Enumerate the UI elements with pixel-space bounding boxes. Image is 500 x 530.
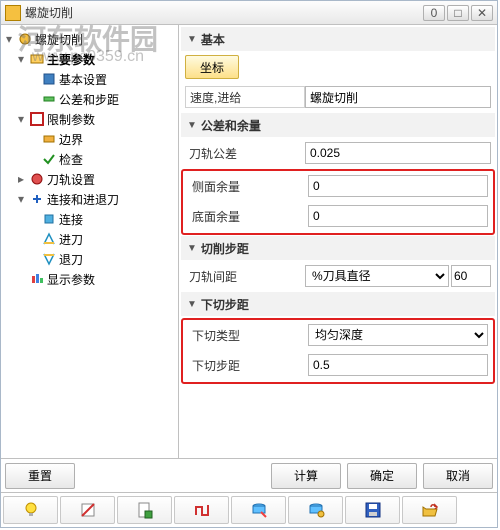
- bottom-toolbar: [1, 493, 497, 527]
- downstep-input[interactable]: [308, 354, 488, 376]
- tool-db1[interactable]: [231, 496, 286, 524]
- cancel-button[interactable]: 取消: [423, 463, 493, 489]
- link-icon: [29, 191, 45, 207]
- downtype-select[interactable]: 均匀深度: [308, 324, 488, 346]
- section-tolerance-label: 公差和余量: [201, 117, 261, 134]
- bottom-allowance-label: 底面余量: [188, 208, 308, 225]
- tool-save[interactable]: [345, 496, 400, 524]
- tree-leadin[interactable]: 进刀: [59, 231, 83, 248]
- app-icon: [5, 5, 21, 21]
- folder-icon: [29, 51, 45, 67]
- tool-bulb[interactable]: [3, 496, 58, 524]
- tree-twisty[interactable]: ▾: [15, 112, 27, 126]
- tool-path[interactable]: [174, 496, 229, 524]
- section-downstep[interactable]: ▼下切步距: [181, 292, 495, 316]
- tree-boundary[interactable]: 边界: [59, 131, 83, 148]
- check-icon: [41, 151, 57, 167]
- ok-button[interactable]: 确定: [347, 463, 417, 489]
- spacing-label: 刀轨间距: [185, 268, 305, 285]
- spacing-mode-select[interactable]: %刀具直径: [305, 265, 449, 287]
- window-title: 螺旋切削: [25, 4, 421, 21]
- tree-tolerance-step[interactable]: 公差和步距: [59, 91, 119, 108]
- tree-twisty[interactable]: ▸: [15, 172, 27, 186]
- tool-db2[interactable]: [288, 496, 343, 524]
- tree-basic-settings[interactable]: 基本设置: [59, 71, 107, 88]
- downstep-label: 下切步距: [188, 357, 308, 374]
- boundary-icon: [41, 131, 57, 147]
- side-allowance-label: 侧面余量: [188, 178, 308, 195]
- tree-main-params[interactable]: 主要参数: [47, 51, 95, 68]
- spacing-value-input[interactable]: [451, 265, 491, 287]
- section-basic-label: 基本: [201, 31, 225, 48]
- reset-button[interactable]: 重置: [5, 463, 75, 489]
- tree-root[interactable]: 螺旋切削: [35, 31, 83, 48]
- tree-display-params[interactable]: 显示参数: [47, 271, 95, 288]
- tree-twisty[interactable]: ▾: [15, 52, 27, 66]
- coord-button[interactable]: 坐标: [185, 55, 239, 79]
- bottom-allowance-input[interactable]: [308, 205, 488, 227]
- calc-button[interactable]: 计算: [271, 463, 341, 489]
- leadin-icon: [41, 231, 57, 247]
- limit-icon: [29, 111, 45, 127]
- section-tolerance[interactable]: ▼公差和余量: [181, 113, 495, 137]
- speed-feed-value[interactable]: [305, 86, 491, 108]
- leadout-icon: [41, 251, 57, 267]
- tool-sheet[interactable]: [117, 496, 172, 524]
- helix-icon: [17, 31, 33, 47]
- tolerance-icon: [41, 91, 57, 107]
- properties-panel: ▼基本 坐标 速度,进给 ▼公差和余量 刀轨公差 侧面余量 底面余量: [179, 25, 497, 458]
- highlight-downstep: 下切类型 均匀深度 下切步距: [181, 318, 495, 384]
- section-downstep-label: 下切步距: [201, 296, 249, 313]
- tool-note[interactable]: [60, 496, 115, 524]
- section-cutstep[interactable]: ▼切削步距: [181, 236, 495, 260]
- tree-connect[interactable]: 连接: [59, 211, 83, 228]
- tool-open[interactable]: [402, 496, 457, 524]
- tolerance-label: 刀轨公差: [185, 145, 305, 162]
- tree-link-retract[interactable]: 连接和进退刀: [47, 191, 119, 208]
- tolerance-input[interactable]: [305, 142, 491, 164]
- main-window: 螺旋切削 0 □ ✕ ▾ 螺旋切削 ▾ 主要参数 基本设置 公差和步距: [0, 0, 498, 528]
- tree-limit-params[interactable]: 限制参数: [47, 111, 95, 128]
- connect-icon: [41, 211, 57, 227]
- tree-panel: ▾ 螺旋切削 ▾ 主要参数 基本设置 公差和步距 ▾ 限制参数: [1, 25, 179, 458]
- tree-twisty[interactable]: ▾: [15, 192, 27, 206]
- toolpath-icon: [29, 171, 45, 187]
- highlight-allowance: 侧面余量 底面余量: [181, 169, 495, 235]
- body: ▾ 螺旋切削 ▾ 主要参数 基本设置 公差和步距 ▾ 限制参数: [1, 25, 497, 459]
- display-icon: [29, 271, 45, 287]
- section-cutstep-label: 切削步距: [201, 240, 249, 257]
- settings-icon: [41, 71, 57, 87]
- tree-toolpath-settings[interactable]: 刀轨设置: [47, 171, 95, 188]
- tree-check[interactable]: 检查: [59, 151, 83, 168]
- minimize-button[interactable]: 0: [423, 5, 445, 21]
- side-allowance-input[interactable]: [308, 175, 488, 197]
- section-basic[interactable]: ▼基本: [181, 27, 495, 51]
- close-button[interactable]: ✕: [471, 5, 493, 21]
- footer-buttons: 重置 计算 确定 取消: [1, 459, 497, 493]
- tree-leadout[interactable]: 退刀: [59, 251, 83, 268]
- maximize-button[interactable]: □: [447, 5, 469, 21]
- titlebar: 螺旋切削 0 □ ✕: [1, 1, 497, 25]
- downtype-label: 下切类型: [188, 327, 308, 344]
- speed-feed-label[interactable]: 速度,进给: [185, 86, 305, 108]
- tree-twisty[interactable]: ▾: [3, 32, 15, 46]
